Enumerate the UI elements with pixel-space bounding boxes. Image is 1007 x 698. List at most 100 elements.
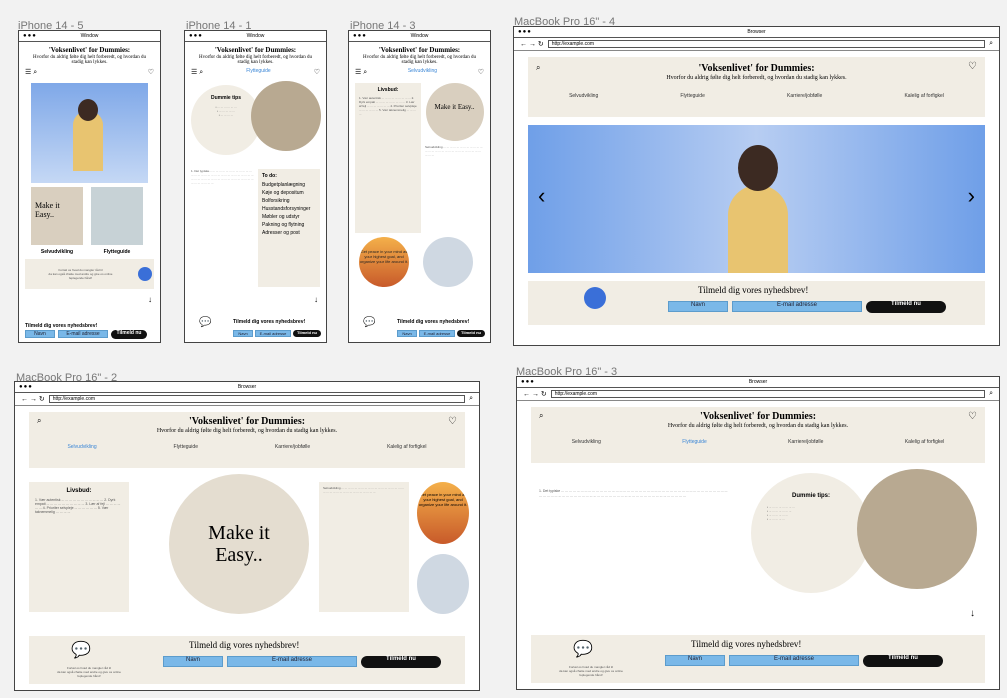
chat-icon[interactable] bbox=[138, 267, 152, 281]
nav-kalelig[interactable]: Kalelig af forfigkel bbox=[387, 444, 426, 450]
search-icon[interactable]: ⌕ bbox=[989, 40, 993, 48]
window-title: Window bbox=[80, 33, 99, 39]
tips-title: Dummie tips bbox=[210, 95, 241, 101]
relax-image bbox=[417, 554, 469, 614]
nav-kalelig[interactable]: Kalelig af forfigkel bbox=[905, 439, 944, 445]
email-input[interactable]: E-mail adresse bbox=[58, 330, 108, 338]
nav-flytteguide[interactable]: Flytteguide bbox=[174, 444, 198, 450]
newsletter-title: Tilmeld dig vores nyhedsbrev! bbox=[698, 285, 809, 295]
macbook-2-frame: ●●● Browser ← → ↻ http://example.com ⌕ ⌕ ♡ … bbox=[14, 381, 480, 691]
menu-icon[interactable]: ☰ ⌕ bbox=[191, 68, 203, 77]
reload-icon[interactable]: ↻ bbox=[538, 40, 544, 48]
menu-icon[interactable]: ☰ ⌕ bbox=[25, 68, 37, 77]
submit-button[interactable]: Tilmeld nu bbox=[111, 330, 147, 339]
name-input[interactable]: Navn bbox=[397, 330, 417, 337]
url-bar[interactable]: http://example.com bbox=[48, 395, 466, 403]
back-icon[interactable]: ← bbox=[520, 41, 527, 48]
heart-chat-icon[interactable]: ♡ bbox=[148, 68, 154, 77]
livsbud-title: Livsbud: bbox=[377, 87, 399, 93]
email-input[interactable]: E-mail adresse bbox=[732, 301, 862, 312]
hero-carousel: ‹ › bbox=[528, 125, 985, 273]
site-title: 'Voksenlivet' for Dummies: bbox=[48, 46, 131, 54]
nav-karriere[interactable]: Karriere/jobfølle bbox=[788, 439, 823, 445]
moving-photo bbox=[857, 469, 977, 589]
search-icon[interactable]: ⌕ bbox=[37, 416, 41, 426]
name-input[interactable]: Navn bbox=[233, 330, 253, 337]
chat-bubble-icon[interactable]: 💬 bbox=[573, 639, 593, 659]
nav-kalelig[interactable]: Kalelig af forfigkel bbox=[904, 93, 943, 99]
forward-icon[interactable]: → bbox=[529, 41, 536, 48]
chat-bubble-icon[interactable]: 💬 bbox=[71, 640, 91, 660]
nav-flytteguide[interactable]: Flytteguide bbox=[246, 68, 270, 77]
iphone-1-frame: ●●● Window 'Voksenlivet' for Dummies: Hvor… bbox=[184, 30, 327, 343]
peace-quote-image: Get peace in your mind as your highest g… bbox=[417, 482, 469, 544]
browser-title: Browser bbox=[747, 29, 766, 35]
livsbud-title: Livsbud: bbox=[66, 488, 92, 494]
url-bar[interactable]: http://example.com bbox=[547, 40, 986, 48]
nav-selvudvikling[interactable]: Selvudvikling bbox=[572, 439, 601, 445]
card-label-selvudvikling[interactable]: Selvudvikling bbox=[31, 249, 83, 255]
todo-item: Pakning og flytning bbox=[262, 222, 305, 228]
scroll-down-icon[interactable]: ↓ bbox=[314, 295, 318, 304]
chat-bubble-icon[interactable]: 💬 bbox=[363, 317, 375, 328]
name-input[interactable]: Navn bbox=[25, 330, 55, 338]
name-input[interactable]: Navn bbox=[665, 655, 725, 666]
prev-arrow-icon[interactable]: ‹ bbox=[538, 183, 545, 209]
make-it-easy-image[interactable]: Make it Easy.. bbox=[31, 187, 83, 245]
submit-button[interactable]: Tilmeld nu bbox=[866, 301, 946, 313]
nav-karriere[interactable]: Karriere/jobfølle bbox=[787, 93, 822, 99]
heart-chat-icon[interactable]: ♡ bbox=[968, 411, 977, 422]
todo-item: Adresser og post bbox=[262, 230, 300, 236]
nav-flytteguide[interactable]: Flytteguide bbox=[680, 93, 704, 99]
nav-flytteguide[interactable]: Flytteguide bbox=[682, 439, 706, 445]
heart-chat-icon[interactable]: ♡ bbox=[314, 68, 320, 77]
email-input[interactable]: E-mail adresse bbox=[419, 330, 455, 337]
submit-button[interactable]: Tilmeld nu bbox=[863, 655, 943, 667]
nav-karriere[interactable]: Karriere/jobfølle bbox=[275, 444, 310, 450]
todo-item: Husstandsforsyninger bbox=[262, 206, 311, 212]
chat-icon[interactable] bbox=[584, 287, 606, 309]
site-subtitle: Hvorfor du aldrig følte dig helt forbere… bbox=[32, 55, 147, 65]
newsletter-title: Tilmeld dig vores nyhedsbrev! bbox=[25, 323, 98, 329]
make-it-easy-circle: Make it Easy.. bbox=[425, 83, 484, 141]
heart-chat-icon[interactable]: ♡ bbox=[448, 416, 457, 427]
submit-button[interactable]: Tilmeld nu bbox=[361, 656, 441, 668]
submit-button[interactable]: Tilmeld nu bbox=[457, 330, 485, 337]
chat-prompt: Fortæl os hvad du mangler råd til da kan… bbox=[48, 268, 113, 280]
newsletter-title: Tilmeld dig vores nyhedsbrev! bbox=[189, 640, 300, 650]
moving-photo bbox=[251, 81, 321, 151]
newsletter-title: Tilmeld dig vores nyhedsbrev! bbox=[691, 639, 802, 649]
hero-illustration bbox=[31, 83, 148, 183]
scroll-down-icon[interactable]: ↓ bbox=[970, 608, 975, 619]
email-input[interactable]: E-mail adresse bbox=[729, 655, 859, 666]
todo-item: Budgetplanlægning bbox=[262, 182, 306, 188]
next-arrow-icon[interactable]: › bbox=[968, 183, 975, 209]
name-input[interactable]: Navn bbox=[668, 301, 728, 312]
card-label-flytteguide[interactable]: Flytteguide bbox=[91, 249, 143, 255]
heart-chat-icon[interactable]: ♡ bbox=[478, 68, 484, 77]
menu-icon[interactable]: ☰ ⌕ bbox=[355, 68, 367, 77]
iphone-5-frame: ●●● Window 'Voksenlivet' for Dummies: Hvor… bbox=[18, 30, 161, 343]
submit-button[interactable]: Tilmeld nu bbox=[293, 330, 321, 337]
make-it-easy-circle: Make it Easy.. bbox=[169, 474, 309, 614]
todo-item: Møbler og udstyr bbox=[262, 214, 300, 220]
todo-title: To do: bbox=[262, 173, 277, 179]
email-input[interactable]: E-mail adresse bbox=[255, 330, 291, 337]
chat-bubble-icon[interactable]: 💬 bbox=[199, 317, 211, 328]
search-icon[interactable]: ⌕ bbox=[536, 63, 540, 73]
todo-item: Bolforsikring bbox=[262, 198, 290, 204]
scroll-down-icon[interactable]: ↓ bbox=[148, 295, 152, 304]
nav-selvudvikling[interactable]: Selvudvikling bbox=[569, 93, 598, 99]
todo-item: Køje og depositum bbox=[262, 190, 304, 196]
url-bar[interactable]: http://example.com bbox=[550, 390, 986, 398]
nav-selvudvikling[interactable]: Selvudvikling bbox=[408, 68, 437, 77]
search-icon[interactable]: ⌕ bbox=[539, 411, 543, 421]
tips-heading: Dummie tips: bbox=[791, 493, 830, 499]
email-input[interactable]: E-mail adresse bbox=[227, 656, 357, 667]
relax-image bbox=[423, 237, 473, 287]
name-input[interactable]: Navn bbox=[163, 656, 223, 667]
iphone-3-frame: ●●● Window 'Voksenlivet' for Dummies: Hvor… bbox=[348, 30, 491, 343]
nav-selvudvikling[interactable]: Selvudvikling bbox=[67, 444, 96, 450]
heart-chat-icon[interactable]: ♡ bbox=[968, 61, 977, 72]
moving-image[interactable] bbox=[91, 187, 143, 245]
